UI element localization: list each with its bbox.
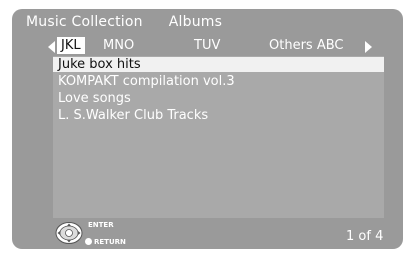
return-dot-icon (85, 238, 92, 245)
enter-label: ENTER (88, 221, 114, 229)
list-item[interactable]: L. S.Walker Club Tracks (58, 108, 208, 123)
list-item[interactable]: KOMPAKT compilation vol.3 (58, 74, 235, 89)
tab-tuv[interactable]: TUV (194, 38, 220, 54)
tab-others[interactable]: Others ABC (269, 38, 343, 54)
page-indicator: 1 of 4 (346, 229, 384, 244)
header: Music Collection Albums (26, 14, 222, 30)
screen: Music Collection Albums JKL MNO TUV Othe… (12, 9, 403, 249)
return-label: RETURN (94, 238, 126, 246)
arrow-left-icon[interactable] (48, 41, 55, 53)
tab-mno[interactable]: MNO (103, 38, 134, 54)
joystick-icon (55, 222, 83, 244)
list-item[interactable]: Love songs (58, 91, 131, 106)
header-title: Music Collection (26, 14, 143, 30)
tab-jkl[interactable]: JKL (57, 37, 85, 54)
list-item[interactable]: Juke box hits (53, 57, 384, 72)
album-list: Juke box hits KOMPAKT compilation vol.3 … (53, 56, 384, 218)
tabs-row: JKL MNO TUV Others ABC (48, 37, 388, 56)
header-subtitle: Albums (168, 14, 223, 30)
arrow-right-icon[interactable] (365, 41, 372, 53)
